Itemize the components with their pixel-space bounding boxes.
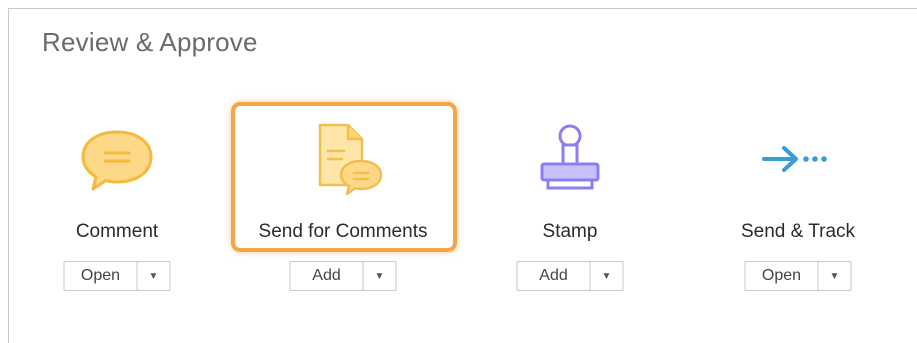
send-track-open-button[interactable]: Open: [746, 262, 819, 290]
tool-label-send-for-comments: Send for Comments: [258, 221, 428, 242]
section-title: Review & Approve: [42, 27, 258, 57]
send-track-open-split-button[interactable]: Open ▼: [744, 261, 852, 291]
send-for-comments-icon: [228, 109, 458, 209]
chevron-down-icon[interactable]: ▼: [138, 262, 170, 290]
stamp-icon: [455, 109, 685, 209]
review-approve-panel: Review & Approve Comment Open ▼ Send for…: [8, 8, 917, 343]
tool-send-track[interactable]: Send & Track Open ▼: [683, 109, 913, 309]
tool-label-comment: Comment: [75, 221, 159, 242]
stamp-add-button[interactable]: Add: [518, 262, 591, 290]
tool-comment[interactable]: Comment Open ▼: [2, 109, 232, 309]
send-for-comments-add-button[interactable]: Add: [291, 262, 364, 290]
comment-open-split-button[interactable]: Open ▼: [63, 261, 171, 291]
tool-label-send-track: Send & Track: [740, 221, 856, 242]
comment-open-button[interactable]: Open: [65, 262, 138, 290]
tool-stamp[interactable]: Stamp Add ▼: [455, 109, 685, 309]
send-for-comments-add-split-button[interactable]: Add ▼: [289, 261, 397, 291]
comment-icon: [2, 109, 232, 209]
chevron-down-icon[interactable]: ▼: [364, 262, 396, 290]
tool-send-for-comments[interactable]: Send for Comments Add ▼: [228, 109, 458, 309]
send-track-icon: [683, 109, 913, 209]
tool-label-stamp: Stamp: [542, 221, 598, 242]
stamp-add-split-button[interactable]: Add ▼: [516, 261, 624, 291]
chevron-down-icon[interactable]: ▼: [819, 262, 851, 290]
chevron-down-icon[interactable]: ▼: [591, 262, 623, 290]
